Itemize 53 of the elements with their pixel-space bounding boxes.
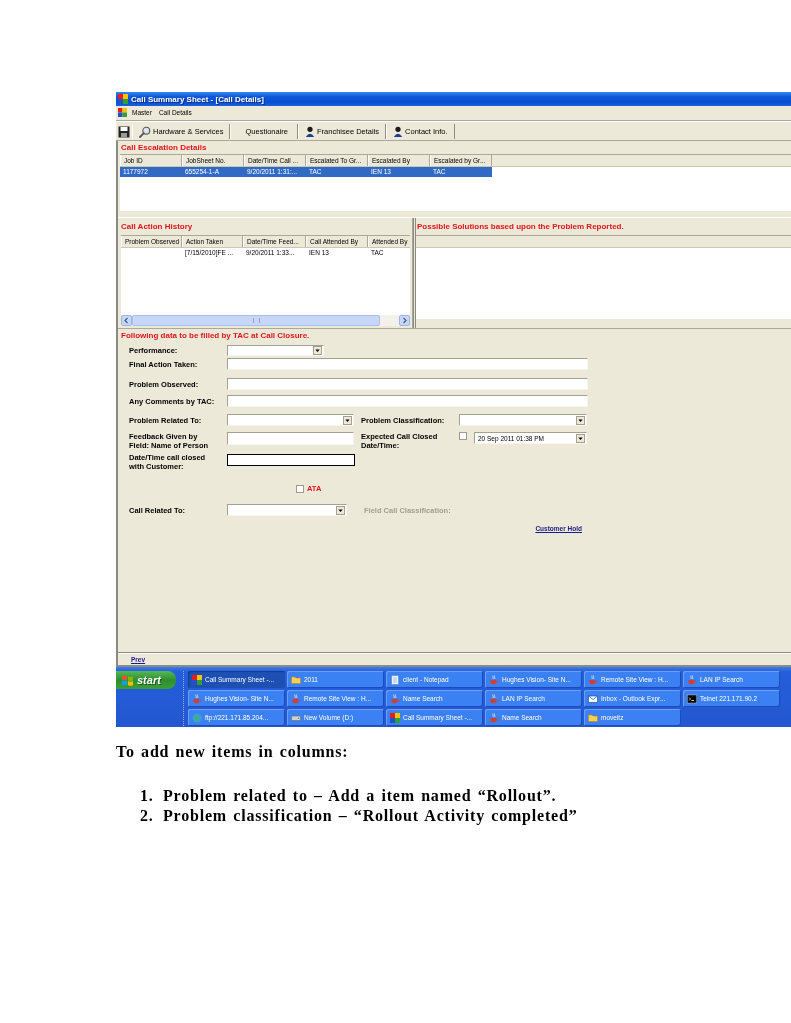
window-title: Call Summary Sheet - [Call Details] [131,94,264,104]
step-text: Problem related to – Add a item named “Rollout”. [163,787,557,805]
text-field[interactable] [227,454,355,466]
text-field[interactable] [227,378,588,390]
left-arrow-icon[interactable] [121,315,132,326]
cup-icon [489,712,499,723]
squares-icon[interactable] [118,107,127,117]
squares-icon [118,94,128,104]
caret-icon [343,415,352,425]
caret-icon [576,433,585,443]
dropdown-field[interactable] [227,504,347,516]
caret-icon [576,415,585,425]
globe-icon [192,712,202,723]
person-icon [305,126,315,137]
cup-icon [390,693,400,704]
section-title: Call Escalation Details [120,142,208,154]
folder-icon [588,712,598,723]
dropdown-field[interactable] [459,414,587,426]
person-icon [393,126,404,137]
start-button[interactable]: start [116,671,176,689]
cup-icon [687,674,697,685]
step-number: 1. [140,787,155,805]
flag-icon [121,673,134,687]
cup-icon [192,693,202,704]
mail-icon [588,693,598,704]
caret-icon [336,505,345,515]
cup-icon [489,674,499,685]
text-field[interactable] [227,395,588,407]
save-icon[interactable] [118,125,130,138]
cup-icon [291,693,301,704]
cup-icon [489,693,499,704]
text-field[interactable] [227,432,354,445]
text-field[interactable] [227,358,588,370]
instructions-heading: To add new items in columns: [116,743,349,761]
dropdown-field[interactable] [227,414,354,426]
checkbox[interactable] [459,432,467,440]
section-title: Following data to be filled by TAC at Call Closure. [121,330,311,341]
step-number: 2. [140,807,155,825]
notepad-icon [390,674,400,685]
section-title: Possible Solutions based upon the Problem Reported. [416,221,625,233]
folder-icon [291,674,301,685]
drive-icon [291,712,301,723]
section-title: Call Action History [121,221,194,233]
squares-icon [390,712,400,723]
dropdown-field[interactable] [227,345,324,356]
right-arrow-icon[interactable] [399,315,410,326]
magnifier-icon [139,125,151,138]
step-text: Problem classification – “Rollout Activity completed” [163,807,578,825]
checkbox[interactable] [296,484,304,493]
terminal-icon [687,693,697,704]
squares-icon [192,674,202,685]
cup-icon [588,674,598,685]
caret-icon [313,346,322,355]
